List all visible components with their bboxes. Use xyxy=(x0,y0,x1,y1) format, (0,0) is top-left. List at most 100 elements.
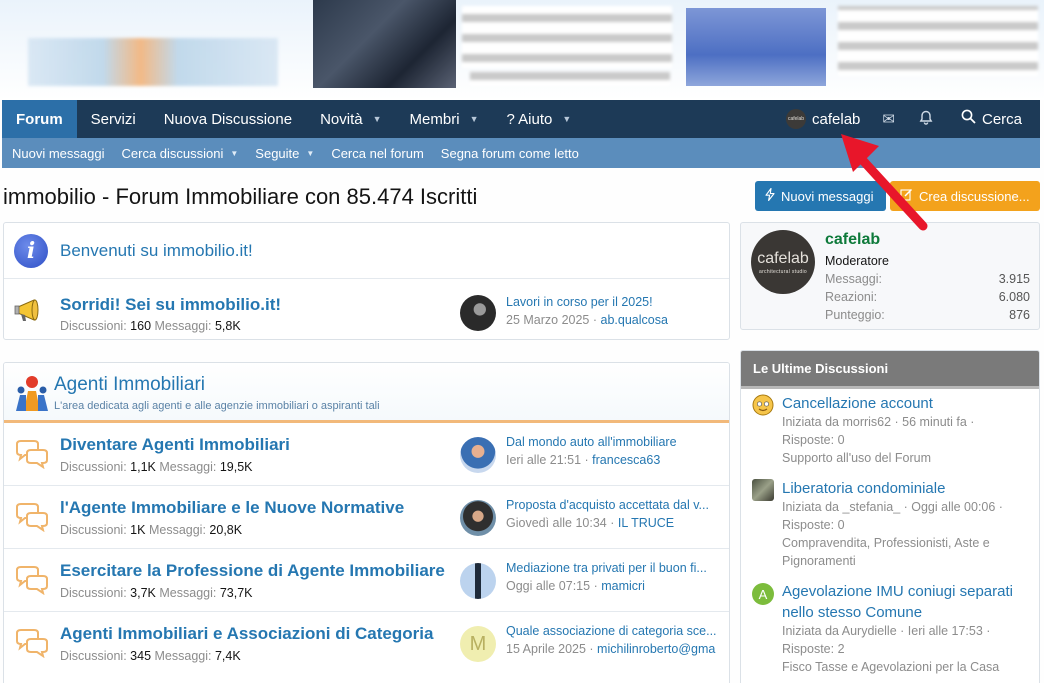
tab-servizi[interactable]: Servizi xyxy=(77,100,150,138)
create-thread-button[interactable]: Crea discussione... xyxy=(890,181,1040,211)
thread-replies: Risposte: 0 xyxy=(782,433,845,447)
thread-replies: Risposte: 0 xyxy=(782,518,845,532)
welcome-title-link[interactable]: Benvenuti su immobilio.it! xyxy=(60,241,253,261)
banner-ad-text-3 xyxy=(838,6,1038,76)
account-username: cafelab xyxy=(812,110,861,128)
node-stats: Discussioni: 1,1K Messaggi: 19,5K xyxy=(60,460,253,474)
last-post-meta: Ieri alle 21:51 · francesca63 xyxy=(506,453,661,467)
banner-ad-image-2[interactable] xyxy=(686,8,826,86)
thread-title-link[interactable]: Liberatoria condominiale xyxy=(782,478,1032,499)
forum-node: Diventare Agenti Immobiliari Discussioni… xyxy=(4,423,729,486)
profile-card: cafelab architectural studio cafelab Mod… xyxy=(740,222,1040,330)
inbox-icon[interactable]: ✉ xyxy=(870,110,907,128)
edit-icon xyxy=(900,188,913,204)
forum-node: Agenti Immobiliari e Associazioni di Cat… xyxy=(4,612,729,675)
last-post-user-link[interactable]: IL TRUCE xyxy=(618,516,674,530)
last-post-user-link[interactable]: ab.qualcosa xyxy=(601,313,668,327)
avatar[interactable] xyxy=(752,479,774,501)
node-stats: Discussioni: 3,7K Messaggi: 73,7K xyxy=(60,586,253,600)
last-post-link[interactable]: Proposta d'acquisto accettata dal v... xyxy=(506,498,722,512)
last-post-meta: Giovedì alle 10:34 · IL TRUCE xyxy=(506,516,675,530)
chat-bubbles-icon xyxy=(14,502,50,533)
site-logo[interactable] xyxy=(28,38,278,86)
last-post-user-link[interactable]: francesca63 xyxy=(592,453,660,467)
tab-membri[interactable]: Membri ▼ xyxy=(396,100,493,138)
chevron-down-icon[interactable]: ▼ xyxy=(373,114,382,124)
last-post-link[interactable]: Quale associazione di categoria sce... xyxy=(506,624,722,638)
avatar[interactable] xyxy=(460,563,496,599)
forum-node: Sorridi! Sei su immobilio.it! Discussion… xyxy=(4,279,729,342)
chat-bubbles-icon xyxy=(14,439,50,470)
stat-reactions: Reazioni: 6.080 xyxy=(825,290,1030,304)
subnav-seguite[interactable]: Seguite ▼ xyxy=(255,146,314,161)
avatar[interactable]: M xyxy=(460,626,496,662)
bell-icon[interactable] xyxy=(907,110,945,129)
search-button[interactable]: Cerca xyxy=(945,109,1040,129)
thread-title-link[interactable]: Agevolazione IMU coniugi separati nello … xyxy=(782,581,1032,623)
stat-messages: Messaggi: 3.915 xyxy=(825,272,1030,286)
node-title-link[interactable]: l'Agente Immobiliare e le Nuove Normativ… xyxy=(60,498,404,518)
banner-ad-image-1[interactable] xyxy=(313,0,456,88)
subnav-nuovi-messaggi[interactable]: Nuovi messaggi xyxy=(12,146,105,161)
chevron-down-icon[interactable]: ▼ xyxy=(562,114,571,124)
thread-started: Iniziata da morris62 · 56 minuti fa · xyxy=(782,415,975,429)
avatar[interactable] xyxy=(460,295,496,331)
category-block: Agenti Immobiliari L'area dedicata agli … xyxy=(3,362,730,683)
sub-nav: Nuovi messaggi Cerca discussioni ▼ Seguit… xyxy=(2,138,1040,168)
category-description: L'area dedicata agli agenti e alle agenz… xyxy=(54,400,380,412)
banner-ad-text-1 xyxy=(462,6,672,68)
profile-username-link[interactable]: cafelab xyxy=(825,231,880,249)
latest-threads-heading: Le Ultime Discussioni xyxy=(741,351,1039,389)
chat-bubbles-icon xyxy=(14,628,50,659)
avatar[interactable] xyxy=(460,500,496,536)
tab-nuova-discussione[interactable]: Nuova Discussione xyxy=(150,100,306,138)
last-post-link[interactable]: Lavori in corso per il 2025! xyxy=(506,295,722,309)
bolt-icon xyxy=(765,187,775,204)
avatar[interactable]: A xyxy=(752,583,774,605)
megaphone-icon xyxy=(14,295,50,325)
account-menu-button[interactable]: cafelab cafelab xyxy=(776,109,870,129)
profile-role: Moderatore xyxy=(825,254,889,268)
last-post-link[interactable]: Dal mondo auto all'immobiliare xyxy=(506,435,722,449)
last-post-meta: 15 Aprile 2025 · michilinroberto@gma xyxy=(506,642,716,656)
stat-points: Punteggio: 876 xyxy=(825,308,1030,322)
forum-node: Esercitare la Professione di Agente Immo… xyxy=(4,549,729,612)
thread-forum: Fisco Tasse e Agevolazioni per la Casa xyxy=(782,660,1000,674)
last-post-meta: 25 Marzo 2025 · ab.qualcosa xyxy=(506,313,668,327)
chat-bubbles-icon xyxy=(14,565,50,596)
tab-forum[interactable]: Forum xyxy=(2,100,77,138)
last-post-user-link[interactable]: michilinroberto@gma xyxy=(597,642,715,656)
last-post-user-link[interactable]: mamicri xyxy=(601,579,645,593)
welcome-block: i Benvenuti su immobilio.it! Sorridi! Se… xyxy=(3,222,730,340)
tab-novita[interactable]: Novità ▼ xyxy=(306,100,395,138)
node-title-link[interactable]: Esercitare la Professione di Agente Immo… xyxy=(60,561,445,581)
agents-icon xyxy=(14,373,50,413)
subnav-cerca-nel-forum[interactable]: Cerca nel forum xyxy=(331,146,423,161)
new-messages-button[interactable]: Nuovi messaggi xyxy=(755,181,886,211)
search-icon xyxy=(961,109,976,129)
avatar[interactable] xyxy=(460,437,496,473)
last-post-link[interactable]: Mediazione tra privati per il buon fi... xyxy=(506,561,722,575)
node-stats: Discussioni: 345 Messaggi: 7,4K xyxy=(60,649,241,663)
chevron-down-icon[interactable]: ▼ xyxy=(306,149,314,158)
subnav-cerca-discussioni[interactable]: Cerca discussioni ▼ xyxy=(122,146,239,161)
latest-threads-block: Le Ultime Discussioni Cancellazione acco… xyxy=(740,350,1040,683)
page-title: immobilio - Forum Immobiliare con 85.474… xyxy=(3,184,478,209)
avatar[interactable] xyxy=(752,394,774,416)
chevron-down-icon[interactable]: ▼ xyxy=(470,114,479,124)
thread-replies: Risposte: 2 xyxy=(782,642,845,656)
avatar[interactable]: cafelab architectural studio xyxy=(751,230,815,294)
thread-started: Iniziata da Aurydielle · Ieri alle 17:53… xyxy=(782,624,991,638)
category-title-link[interactable]: Agenti Immobiliari xyxy=(54,374,205,396)
avatar: cafelab xyxy=(786,109,807,129)
thread-title-link[interactable]: Cancellazione account xyxy=(782,393,1032,414)
node-title-link[interactable]: Agenti Immobiliari e Associazioni di Cat… xyxy=(60,624,433,644)
node-title-link[interactable]: Diventare Agenti Immobiliari xyxy=(60,435,290,455)
subnav-segna-letto[interactable]: Segna forum come letto xyxy=(441,146,579,161)
node-stats: Discussioni: 160 Messaggi: 5,8K xyxy=(60,319,241,333)
tab-aiuto[interactable]: ? Aiuto ▼ xyxy=(492,100,585,138)
chevron-down-icon[interactable]: ▼ xyxy=(230,149,238,158)
thread-started: Iniziata da _stefania_ · Oggi alle 00:06… xyxy=(782,500,1003,514)
node-title-link[interactable]: Sorridi! Sei su immobilio.it! xyxy=(60,295,281,315)
last-post-meta: Oggi alle 07:15 · mamicri xyxy=(506,579,645,593)
